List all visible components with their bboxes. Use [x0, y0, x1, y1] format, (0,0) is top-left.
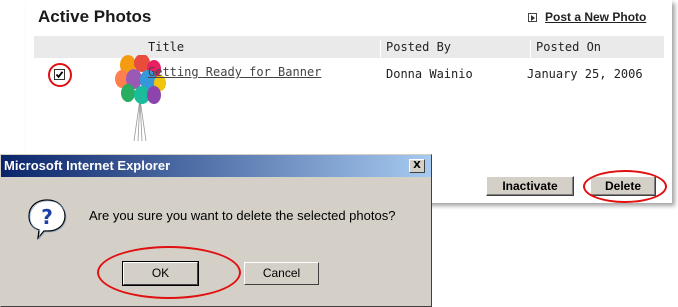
- dialog-close-button[interactable]: X: [409, 159, 425, 173]
- arrow-box-icon: [528, 12, 537, 22]
- posted-by-value: Donna Wainio: [386, 67, 473, 81]
- column-header-posted-by: Posted By: [386, 40, 452, 54]
- inactivate-button[interactable]: Inactivate: [486, 176, 574, 196]
- svg-text:?: ?: [41, 205, 53, 229]
- ok-highlight-ring: [97, 246, 241, 299]
- dialog-titlebar[interactable]: Microsoft Internet Explorer X: [1, 155, 431, 177]
- delete-highlight-ring: [583, 170, 667, 203]
- column-header-posted-on: Posted On: [536, 40, 602, 54]
- panel-title: Active Photos: [38, 7, 152, 26]
- checkbox-highlight-ring: [48, 63, 72, 87]
- posted-on-value: January 25, 2006: [527, 67, 643, 81]
- dialog-message: Are you sure you want to delete the sele…: [89, 208, 396, 223]
- question-icon: ?: [28, 199, 67, 240]
- photo-title-link[interactable]: Getting Ready for Banner: [148, 65, 321, 79]
- post-new-photo-link[interactable]: Post a New Photo: [545, 10, 646, 24]
- column-divider: [380, 40, 381, 62]
- confirm-dialog: Microsoft Internet Explorer X ? Are you …: [0, 154, 432, 307]
- cancel-button[interactable]: Cancel: [244, 262, 319, 285]
- dialog-title: Microsoft Internet Explorer: [4, 158, 171, 173]
- post-photo-link-wrap[interactable]: Post a New Photo: [528, 10, 646, 24]
- column-divider: [530, 40, 531, 62]
- column-header-title: Title: [148, 40, 185, 54]
